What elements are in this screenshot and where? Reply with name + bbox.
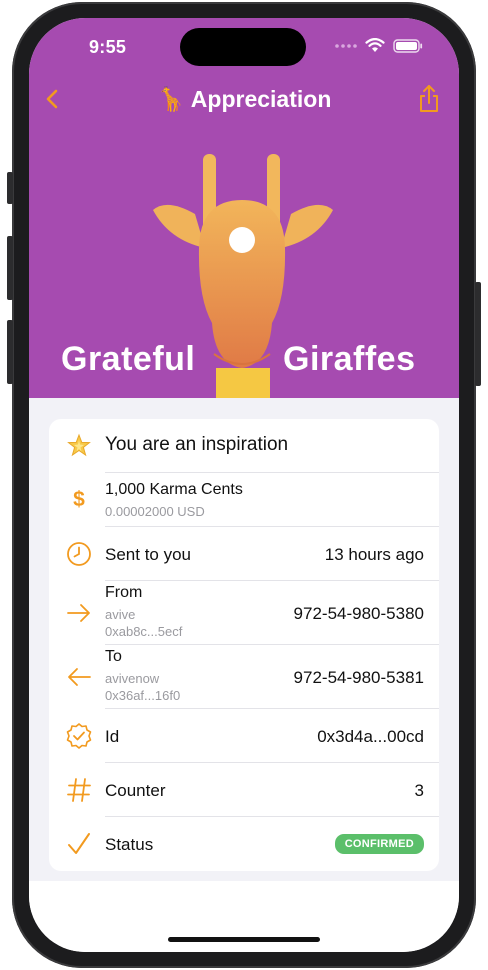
action-button [7, 172, 13, 204]
counter-row: Counter 3 [49, 763, 439, 817]
to-row[interactable]: To avivenow 0x36af...16f0 972-54-980-538… [49, 645, 439, 709]
sent-label: Sent to you [105, 545, 192, 564]
amount-title: 1,000 Karma Cents [105, 481, 243, 498]
clock-icon [65, 540, 93, 568]
details-card: You are an inspiration $ 1,000 Karma Cen… [49, 419, 439, 871]
verified-badge-icon [65, 722, 93, 750]
status-row: Status CONFIRMED [49, 817, 439, 871]
amount-row: $ 1,000 Karma Cents 0.00002000 USD [49, 473, 439, 527]
status-time: 9:55 [89, 37, 127, 57]
dynamic-island [180, 28, 306, 66]
to-name: avivenow [105, 671, 160, 686]
brand-word-left: Grateful [61, 340, 196, 378]
home-indicator[interactable] [168, 937, 320, 942]
from-label: From [105, 584, 143, 601]
counter-value: 3 [414, 781, 424, 800]
from-row[interactable]: From avive 0xab8c...5ecf 972-54-980-5380 [49, 581, 439, 645]
volume-down-button [7, 320, 13, 384]
status-bar: 9:55 [29, 18, 459, 74]
status-icons [335, 38, 423, 53]
page-title: 🦒 Appreciation [156, 86, 332, 112]
arrow-left-icon [65, 663, 93, 691]
sent-row: Sent to you 13 hours ago [49, 527, 439, 581]
brand-word-right: Giraffes [283, 340, 416, 378]
status-badge: CONFIRMED [334, 834, 424, 854]
from-phone: 972-54-980-5380 [293, 604, 424, 623]
counter-label: Counter [105, 781, 166, 800]
sent-time-value: 13 hours ago [324, 545, 424, 564]
checkmark-icon [65, 830, 93, 858]
amount-usd: 0.00002000 USD [105, 504, 205, 519]
share-icon [420, 85, 438, 112]
id-label: Id [105, 727, 120, 746]
battery-icon [393, 38, 423, 53]
to-phone: 972-54-980-5381 [293, 668, 424, 687]
signal-icon [335, 43, 357, 48]
message-row: You are an inspiration [49, 419, 439, 473]
power-button [475, 282, 481, 386]
status-label: Status [105, 835, 154, 854]
to-label: To [105, 648, 122, 665]
message-text: You are an inspiration [105, 434, 289, 455]
share-button[interactable] [413, 82, 445, 116]
from-address: 0xab8c...5ecf [105, 624, 183, 639]
to-address: 0x36af...16f0 [105, 688, 181, 703]
id-value: 0x3d4a...00cd [317, 727, 424, 746]
volume-up-button [7, 236, 13, 300]
sparkle-star-icon [65, 432, 93, 460]
dollar-icon: $ [73, 488, 85, 511]
wifi-icon [365, 38, 385, 52]
id-row[interactable]: Id 0x3d4a...00cd [49, 709, 439, 763]
navigation-bar: 🦒 Appreciation [29, 80, 459, 120]
hash-icon [65, 776, 93, 804]
from-name: avive [105, 607, 136, 622]
arrow-right-icon [65, 599, 93, 627]
hero-banner: 9:55 🦒 Appreciation Grateful Giraffes [29, 18, 459, 398]
screen: 9:55 🦒 Appreciation Grateful Giraffes Yo… [29, 18, 459, 952]
